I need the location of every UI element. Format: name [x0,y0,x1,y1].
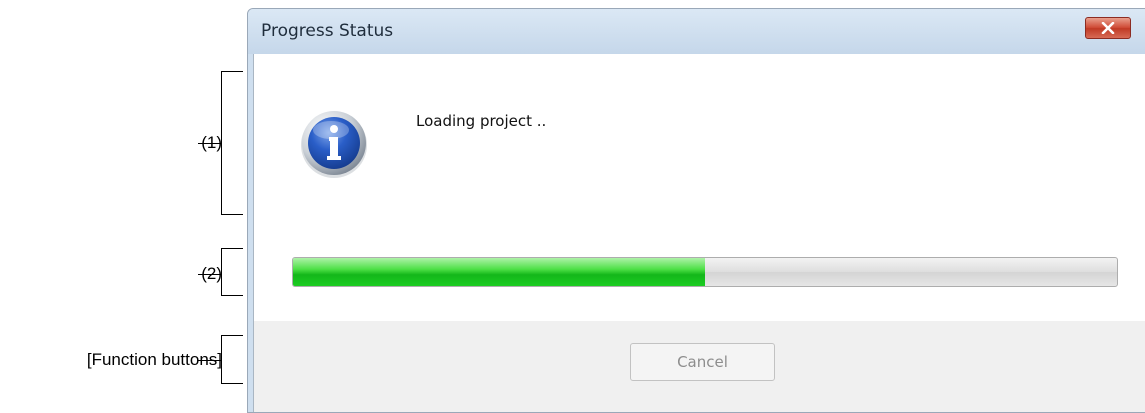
annotation-leader-3 [198,360,221,361]
information-icon [301,111,367,178]
title-bar[interactable]: Progress Status [248,9,1145,54]
status-message: Loading project .. [416,112,547,130]
annotation-leader-2 [198,274,221,275]
annotation-bracket-3 [221,335,243,384]
function-buttons-area: Cancel [254,321,1145,412]
progress-status-dialog: Progress Status Loading project .. Cance… [247,8,1145,413]
close-x-icon [1101,22,1115,34]
progress-bar-fill [293,258,705,286]
cancel-button[interactable]: Cancel [630,343,775,381]
annotation-leader-1 [198,143,221,144]
progress-bar [292,257,1118,287]
close-button[interactable] [1085,17,1131,39]
annotation-bracket-1 [221,71,243,215]
annotation-bracket-2 [221,248,243,296]
dialog-body: Loading project .. Cancel [253,54,1145,412]
window-title: Progress Status [261,21,394,41]
